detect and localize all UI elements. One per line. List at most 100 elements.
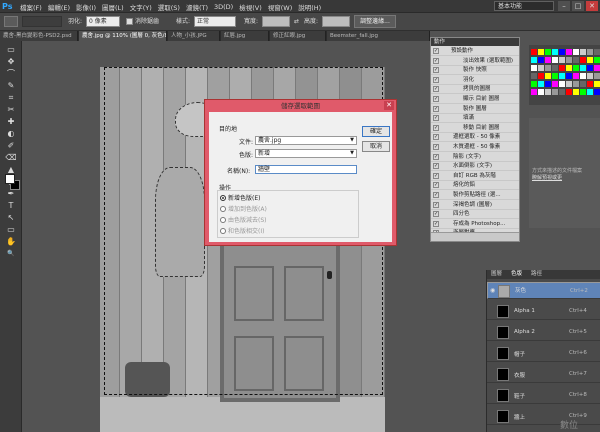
color-swatch[interactable]: [594, 81, 600, 87]
tab-doc-3[interactable]: 人物_小孩.JPG: [168, 31, 220, 41]
channel-row[interactable]: 帽子 Ctrl+6: [487, 345, 600, 362]
menu-item[interactable]: 影像(I): [76, 2, 96, 12]
zoom-tool-icon[interactable]: 🔍: [3, 248, 19, 259]
color-swatch[interactable]: [587, 57, 593, 63]
color-swatch[interactable]: [559, 57, 565, 63]
minimize-button[interactable]: –: [558, 1, 570, 11]
color-swatch[interactable]: [573, 65, 579, 71]
color-swatch[interactable]: [559, 73, 565, 79]
menu-item[interactable]: 說明(H): [298, 2, 321, 12]
channel-row[interactable]: Alpha 2 Ctrl+5: [487, 324, 600, 341]
color-swatch[interactable]: [531, 89, 537, 95]
radio-intersect-channel[interactable]: 和色版相交(I): [220, 226, 264, 235]
tab-doc-6[interactable]: Beemster_fall.jpg: [327, 31, 430, 41]
channel-select[interactable]: 新增 ▼: [255, 149, 357, 158]
menu-item[interactable]: 選取(S): [158, 2, 180, 12]
tab-doc-2[interactable]: 農舍.jpg @ 110% (圖層 0, 灰色/8*) *: [79, 31, 167, 41]
visibility-eye-icon[interactable]: [489, 350, 495, 356]
color-swatch[interactable]: [552, 89, 558, 95]
radio-add-to-channel[interactable]: 增加到色版(A): [220, 204, 267, 213]
action-row[interactable]: ✓ 陰影 (文字): [431, 153, 519, 162]
checkmark-icon[interactable]: ✓: [433, 153, 439, 160]
channel-row[interactable]: 牆上 Ctrl+9: [487, 408, 600, 425]
action-row[interactable]: ✓ 填滿: [431, 114, 519, 124]
color-swatch[interactable]: [566, 73, 572, 79]
visibility-eye-icon[interactable]: [489, 413, 495, 419]
checkmark-icon[interactable]: ✓: [433, 76, 439, 83]
move-tool-icon[interactable]: ✥: [3, 56, 19, 67]
action-row[interactable]: ✓ 拷貝的圖層: [431, 85, 519, 95]
color-swatch[interactable]: [573, 49, 579, 55]
visibility-eye-icon[interactable]: [489, 308, 495, 314]
channel-row[interactable]: Alpha 1 Ctrl+4: [487, 303, 600, 320]
action-row[interactable]: ✓ 深褐色調 (圖層): [431, 201, 519, 210]
healing-tool-icon[interactable]: ✚: [3, 116, 19, 127]
color-swatch[interactable]: [545, 89, 551, 95]
color-swatch[interactable]: [580, 73, 586, 79]
color-swatch[interactable]: [545, 65, 551, 71]
color-swatch[interactable]: [552, 49, 558, 55]
tab-layers[interactable]: 圖層: [491, 270, 502, 279]
brush-tool-icon[interactable]: ◐: [3, 128, 19, 139]
clone-stamp-tool-icon[interactable]: ✐: [3, 140, 19, 151]
menu-item[interactable]: 濾鏡(T): [186, 2, 208, 12]
color-swatch[interactable]: [580, 65, 586, 71]
radio-new-channel[interactable]: 新增色版(E): [220, 193, 260, 202]
color-swatch[interactable]: [538, 65, 544, 71]
color-swatch[interactable]: [587, 73, 593, 79]
feather-input[interactable]: 0 像素: [86, 16, 120, 27]
color-swatch[interactable]: [580, 49, 586, 55]
name-input[interactable]: 牆壁: [255, 165, 357, 174]
action-row[interactable]: ✓ 預設動作: [431, 47, 519, 56]
channel-row[interactable]: 鞋子 Ctrl+8: [487, 387, 600, 404]
color-swatch[interactable]: [594, 57, 600, 63]
color-swatch[interactable]: [538, 73, 544, 79]
ok-button[interactable]: 確定: [362, 126, 390, 137]
color-swatch[interactable]: [552, 65, 558, 71]
color-swatch[interactable]: [566, 57, 572, 63]
type-tool-icon[interactable]: T: [3, 200, 19, 211]
color-swatch[interactable]: [559, 81, 565, 87]
checkmark-icon[interactable]: ✓: [433, 211, 439, 218]
color-swatch[interactable]: [580, 81, 586, 87]
color-swatch[interactable]: [538, 49, 544, 55]
maximize-button[interactable]: □: [572, 1, 584, 11]
action-row[interactable]: ✓ 熔化的鉛: [431, 181, 519, 191]
color-swatch[interactable]: [566, 49, 572, 55]
checkmark-icon[interactable]: ✓: [433, 96, 439, 102]
action-row[interactable]: ✓ 淡出效果 (選取範圍): [431, 57, 519, 66]
lasso-tool-icon[interactable]: ⌒: [3, 68, 19, 79]
action-row[interactable]: ✓ 製作剪貼路徑 (選...: [431, 191, 519, 200]
color-swatch[interactable]: [559, 49, 565, 55]
menu-item[interactable]: 檢視(V): [239, 2, 262, 12]
radio-subtract-from-channel[interactable]: 由色版減去(S): [220, 215, 267, 224]
color-swatch[interactable]: [552, 81, 558, 87]
shape-tool-icon[interactable]: ▭: [3, 224, 19, 235]
channel-row[interactable]: 衣服 Ctrl+7: [487, 366, 600, 383]
tab-channels[interactable]: 色版: [511, 270, 522, 279]
checkmark-icon[interactable]: ✓: [433, 163, 439, 170]
color-swatch[interactable]: [545, 73, 551, 79]
color-swatch[interactable]: [545, 57, 551, 63]
width-input[interactable]: [262, 16, 290, 27]
visibility-eye-icon[interactable]: [489, 371, 495, 377]
color-swatch[interactable]: [580, 89, 586, 95]
crop-tool-icon[interactable]: ⌗: [3, 92, 19, 103]
checkmark-icon[interactable]: ✓: [433, 144, 439, 150]
checkmark-icon[interactable]: ✓: [433, 201, 439, 208]
color-swatch[interactable]: [580, 57, 586, 63]
document-select[interactable]: 農舍.jpg ▼: [255, 136, 357, 145]
color-swatch[interactable]: [531, 65, 537, 71]
action-row[interactable]: ✓ 移動 目前 圖層: [431, 124, 519, 133]
path-select-tool-icon[interactable]: ↖: [3, 212, 19, 223]
action-row[interactable]: ✓ 顯示 目前 圖層: [431, 95, 519, 104]
quick-select-tool-icon[interactable]: ✎: [3, 80, 19, 91]
menu-item[interactable]: 圖層(L): [102, 2, 124, 12]
action-row[interactable]: ✓ 存成為 Photoshop...: [431, 220, 519, 229]
color-swatch[interactable]: [559, 65, 565, 71]
menu-item[interactable]: 視窗(W): [268, 2, 293, 12]
info-text-line-2[interactable]: 瞭解預視或更: [532, 175, 600, 182]
action-row[interactable]: ✓ 水面倒影 (文字): [431, 162, 519, 172]
eraser-tool-icon[interactable]: ⌫: [3, 152, 19, 163]
tab-doc-4[interactable]: 紅唇.jpg: [221, 31, 269, 41]
